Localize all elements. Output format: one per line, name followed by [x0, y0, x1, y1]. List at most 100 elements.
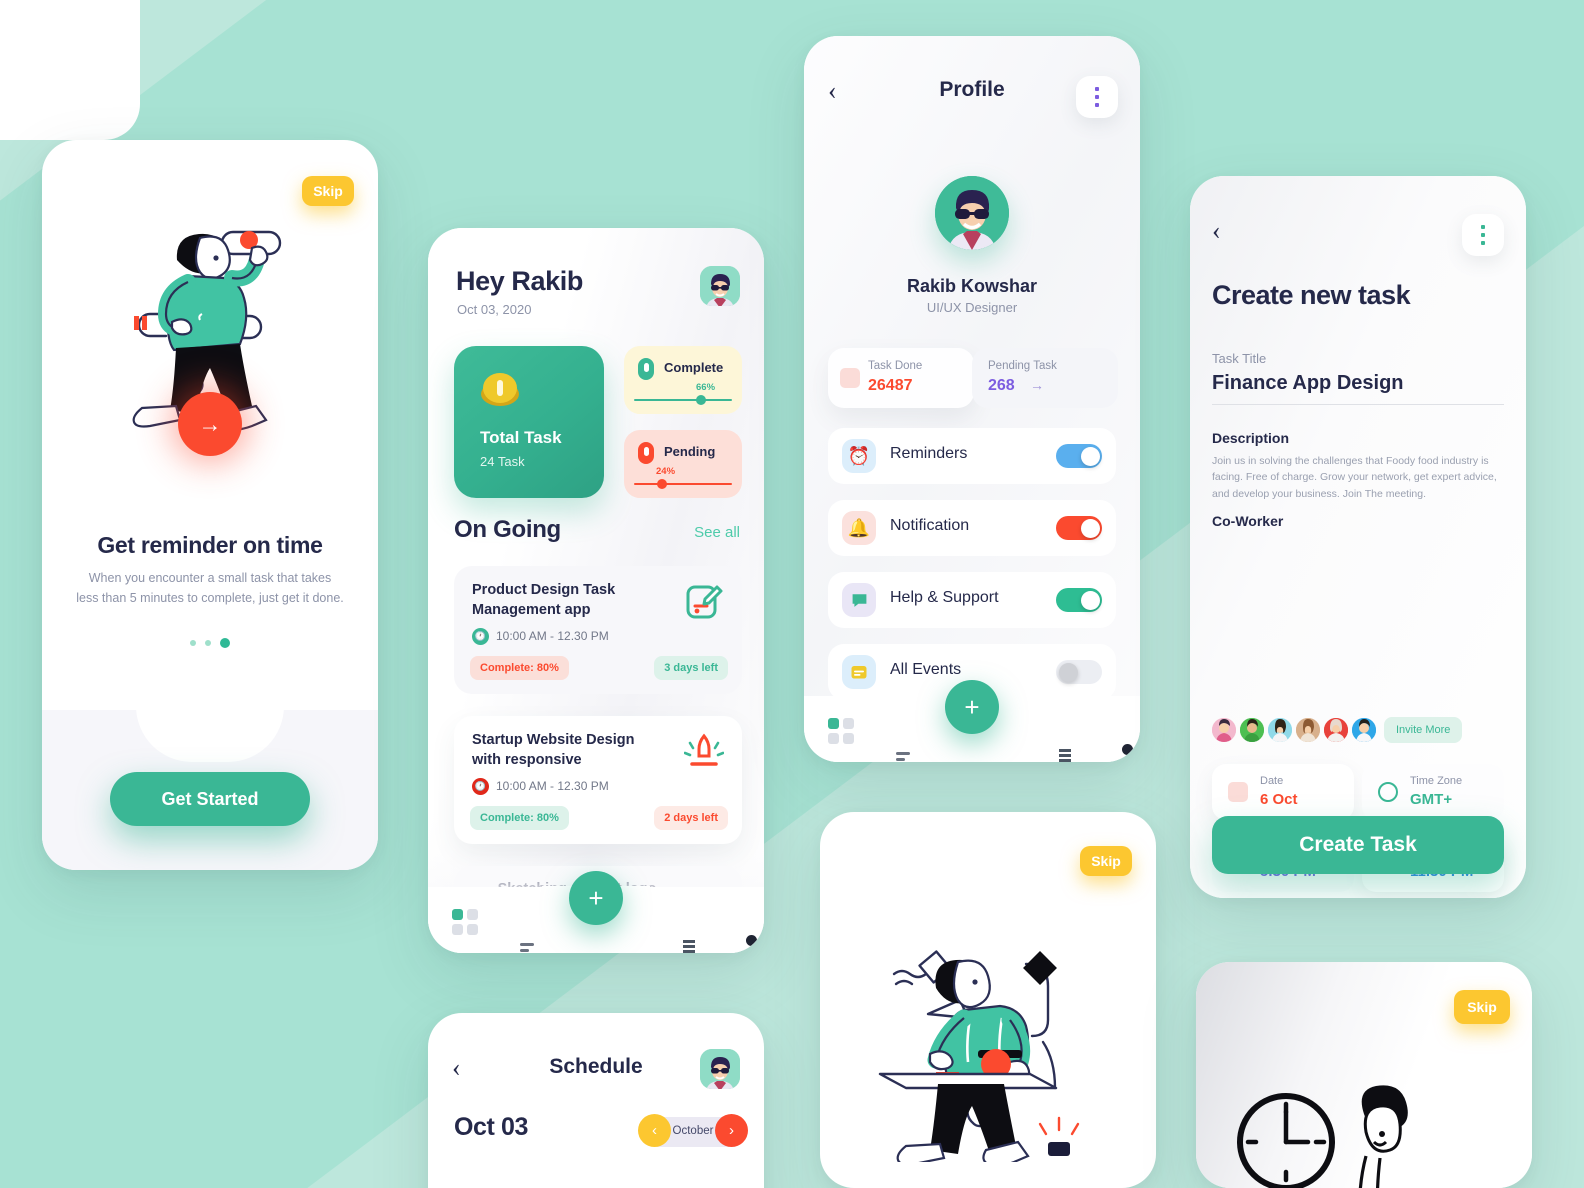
help-support-toggle[interactable] [1056, 588, 1102, 612]
reminders-toggle[interactable] [1056, 444, 1102, 468]
task-done-card[interactable]: Task Done 26487 [828, 348, 974, 408]
stat-percent: 66% [696, 382, 716, 393]
create-task-button[interactable]: Create Task [1212, 816, 1504, 874]
task-progress-badge: Complete: 80% [470, 656, 569, 680]
setting-label: Reminders [890, 445, 968, 462]
date-field[interactable]: Date 6 Oct [1212, 764, 1354, 820]
prev-month-button[interactable]: ‹ [638, 1114, 671, 1147]
timezone-field[interactable]: Time Zone GMT+ [1362, 764, 1504, 820]
clock-onboarding-screen: Skip [1196, 962, 1532, 1188]
calendar-icon [1228, 782, 1248, 802]
grid-icon [828, 718, 854, 744]
coworker-avatar[interactable] [1324, 718, 1348, 742]
onboarding-title: Get reminder on time [97, 532, 323, 558]
background-corner [0, 0, 140, 140]
skip-button[interactable]: Skip [1454, 990, 1510, 1024]
progress-knob[interactable] [657, 479, 667, 489]
complete-stat-card[interactable]: Complete 66% [624, 346, 742, 414]
skip-button[interactable]: Skip [302, 176, 354, 206]
skip-button[interactable]: Skip [1080, 846, 1132, 876]
nav-grid-button[interactable] [828, 718, 854, 744]
coworker-avatar[interactable] [1212, 718, 1236, 742]
avatar[interactable] [935, 176, 1009, 250]
grid-icon [452, 909, 478, 935]
task-card[interactable]: Product Design Task Management app 🕐 10:… [454, 566, 742, 694]
arrow-right-icon: → [1030, 377, 1044, 393]
coworker-avatar[interactable] [1352, 718, 1376, 742]
setting-row-help[interactable]: Help & Support [828, 572, 1116, 628]
field-value: 6 Oct [1260, 791, 1298, 808]
greeting-date: Oct 03, 2020 [457, 302, 532, 317]
schedule-screen: ‹ Schedule Oct 03 October ‹ › + [428, 1013, 764, 1188]
pagination-dot-active[interactable] [220, 638, 230, 648]
total-task-count: 24 Task [480, 454, 525, 469]
month-selector: October ‹ › [638, 1114, 748, 1147]
pagination-dot[interactable] [190, 640, 196, 646]
stat-value: 26487 [868, 377, 913, 394]
back-button[interactable]: ‹ [1212, 216, 1221, 246]
pending-stat-card[interactable]: Pending 24% [624, 430, 742, 498]
kebab-menu-icon[interactable] [1462, 214, 1504, 256]
onboarding-screen-2: Skip [820, 812, 1156, 1188]
schedule-date: Oct 03 [454, 1113, 529, 1141]
stat-label: Pending Task [988, 360, 1057, 372]
see-all-link[interactable]: See all [694, 524, 740, 541]
kebab-menu-icon[interactable] [1076, 76, 1118, 118]
task-title-label: Task Title [1212, 351, 1267, 366]
add-task-fab[interactable]: + [569, 871, 623, 925]
task-time: 10:00 AM - 12.30 PM [496, 779, 609, 793]
coworker-label: Co-Worker [1212, 513, 1284, 529]
setting-label: Help & Support [890, 589, 999, 606]
pin-icon [638, 442, 654, 464]
profile-role: UI/UX Designer [926, 300, 1018, 315]
avatar[interactable] [700, 1049, 740, 1089]
all-events-toggle[interactable] [1056, 660, 1102, 684]
setting-row-reminders[interactable]: ⏰ Reminders [828, 428, 1116, 484]
stat-name: Complete [664, 360, 724, 375]
pagination-dot[interactable] [205, 640, 211, 646]
setting-row-notification[interactable]: 🔔 Notification [828, 500, 1116, 556]
pen-highlight-icon [684, 733, 724, 766]
clock-icon: 🕐 [472, 778, 489, 795]
description-text[interactable]: Join us in solving the challenges that F… [1212, 453, 1504, 502]
profile-name: Rakib Kowshar [906, 276, 1038, 296]
avatar-image [700, 1049, 740, 1089]
field-divider [1212, 404, 1504, 405]
person-at-desk-illustration [878, 950, 1080, 1162]
total-task-card[interactable]: Total Task 24 Task [454, 346, 604, 498]
task-title-input[interactable]: Finance App Design [1212, 372, 1404, 395]
page-title: Create new task [1212, 280, 1411, 310]
total-task-label: Total Task [480, 428, 562, 447]
invite-more-button[interactable]: Invite More [1384, 717, 1463, 743]
progress-track [634, 399, 732, 401]
arrow-right-icon: → [198, 410, 222, 437]
profile-screen: ‹ Profile Rakib Kowshar UI/UX Designer T… [804, 36, 1140, 762]
task-card[interactable]: Startup Website Design with responsive 🕐… [454, 716, 742, 844]
avatar[interactable] [700, 266, 740, 306]
alarm-clock-icon: ⏰ [842, 439, 876, 473]
notification-toggle[interactable] [1056, 516, 1102, 540]
onboarding-subtitle: When you encounter a small task that tak… [76, 571, 344, 605]
pagination-dots [42, 638, 378, 648]
get-started-button[interactable]: Get Started [110, 772, 310, 826]
nav-grid-button[interactable] [452, 909, 478, 935]
next-month-button[interactable]: › [715, 1114, 748, 1147]
next-button[interactable]: → [178, 392, 242, 456]
coworker-avatar[interactable] [1240, 718, 1264, 742]
field-value: GMT+ [1410, 791, 1453, 808]
pin-icon [638, 358, 654, 380]
calendar-icon [840, 368, 860, 388]
setting-label: All Events [890, 661, 962, 678]
coworker-avatar[interactable] [1296, 718, 1320, 742]
pending-task-card[interactable]: Pending Task 268 → [972, 348, 1118, 408]
add-task-fab[interactable]: + [945, 680, 999, 734]
coworker-avatar[interactable] [1268, 718, 1292, 742]
field-label: Date [1260, 775, 1284, 787]
avatar-image [700, 266, 740, 306]
stat-percent: 24% [656, 466, 676, 477]
bell-icon: 🔔 [842, 511, 876, 545]
progress-knob[interactable] [696, 395, 706, 405]
globe-icon [1378, 782, 1398, 802]
avatar-image [935, 176, 1009, 250]
task-due-badge: 2 days left [654, 806, 728, 830]
